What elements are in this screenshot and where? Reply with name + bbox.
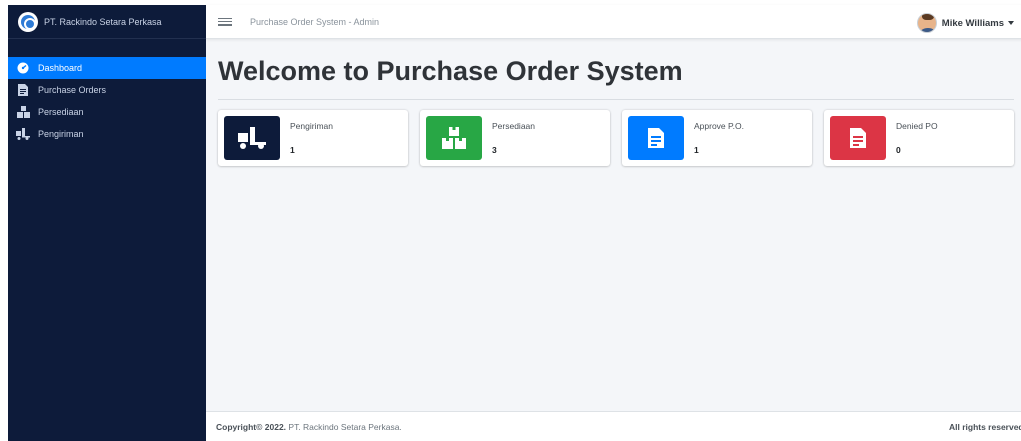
dashboard-icon [16, 62, 30, 74]
card-label: Approve P.O. [694, 121, 744, 131]
divider [218, 99, 1014, 100]
sidebar-item-persediaan[interactable]: Persediaan [8, 101, 206, 123]
stat-cards: Pengiriman 1 Persediaan 3 Approve P.O. 1… [218, 110, 1014, 166]
truck-icon [16, 128, 30, 140]
truck-icon [224, 116, 280, 160]
document-icon [16, 84, 30, 96]
sidebar-item-label: Persediaan [38, 107, 84, 117]
user-menu-dropdown[interactable]: Mike Williams [916, 13, 1014, 33]
sidebar-item-label: Dashboard [38, 63, 83, 73]
card-denied-po[interactable]: Denied PO 0 [824, 110, 1014, 166]
card-approve-po[interactable]: Approve P.O. 1 [622, 110, 812, 166]
sidebar: PT. Rackindo Setara Perkasa Dashboard Pu… [8, 5, 206, 441]
card-value: 3 [492, 145, 497, 155]
footer: Copyright© 2022. PT. Rackindo Setara Per… [206, 411, 1021, 441]
card-label: Pengiriman [290, 121, 333, 131]
footer-copyright: Copyright© 2022. PT. Rackindo Setara Per… [216, 422, 402, 432]
card-persediaan[interactable]: Persediaan 3 [420, 110, 610, 166]
file-icon [830, 116, 886, 160]
brand-link[interactable]: PT. Rackindo Setara Perkasa [8, 5, 206, 39]
app-window: PT. Rackindo Setara Perkasa Dashboard Pu… [8, 5, 1021, 441]
topbar-title: Purchase Order System - Admin [250, 16, 380, 27]
card-value: 1 [290, 145, 295, 155]
main-area: Purchase Order System - Admin Mike Willi… [206, 5, 1021, 441]
copyright-text: Copyright© 2022. [216, 421, 287, 432]
boxes-icon [16, 106, 30, 118]
card-label: Persediaan [492, 121, 536, 131]
sidebar-item-purchase-orders[interactable]: Purchase Orders [8, 79, 206, 101]
brand-name: PT. Rackindo Setara Perkasa [44, 16, 162, 27]
menu-toggle-icon[interactable] [218, 16, 232, 28]
sidebar-item-label: Purchase Orders [38, 85, 107, 95]
brand-logo-icon [18, 11, 38, 32]
sidebar-item-dashboard[interactable]: Dashboard [8, 57, 206, 79]
chevron-down-icon [1008, 21, 1014, 25]
card-value: 0 [896, 145, 901, 155]
card-label: Denied PO [896, 121, 938, 131]
footer-rights: All rights reserved. [948, 421, 1021, 432]
card-pengiriman[interactable]: Pengiriman 1 [218, 110, 408, 166]
user-name: Mike Williams [941, 17, 1004, 29]
sidebar-item-pengiriman[interactable]: Pengiriman [8, 123, 206, 145]
copyright-company: PT. Rackindo Setara Perkasa. [288, 421, 402, 432]
card-value: 1 [694, 145, 699, 155]
sidebar-item-label: Pengiriman [38, 129, 84, 139]
file-icon [628, 116, 684, 160]
page-title: Welcome to Purchase Order System [218, 56, 683, 86]
boxes-icon [426, 116, 482, 160]
sidebar-nav: Dashboard Purchase Orders Persediaan Pen… [8, 57, 206, 145]
top-navbar: Purchase Order System - Admin Mike Willi… [206, 5, 1021, 39]
avatar [916, 13, 937, 33]
content-area: Welcome to Purchase Order System Pengiri… [206, 39, 1021, 411]
